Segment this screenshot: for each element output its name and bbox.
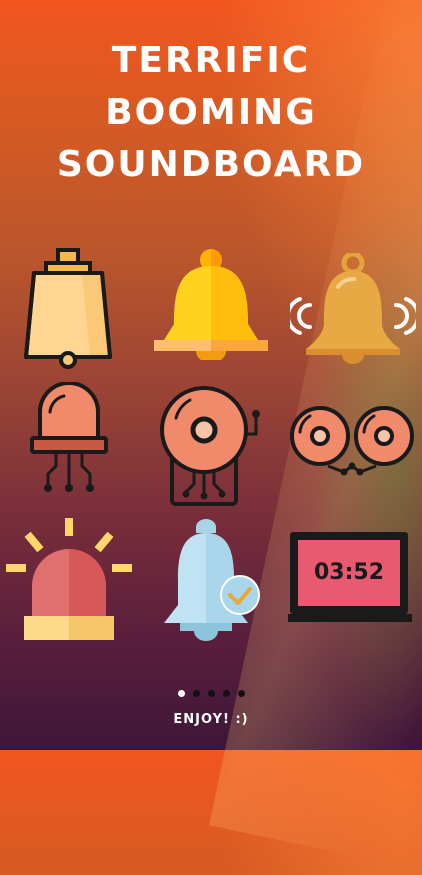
ringing-bell-icon[interactable]	[285, 251, 421, 365]
beacon-light-icon[interactable]	[28, 381, 110, 497]
notification-bell-icon[interactable]	[160, 515, 264, 643]
school-bell-icon[interactable]	[156, 380, 268, 508]
cowbell-icon[interactable]	[18, 245, 118, 370]
title-line-3: SOUNDBOARD	[56, 144, 366, 185]
bell-icon[interactable]	[152, 248, 270, 363]
page-dot-4[interactable]	[222, 690, 230, 697]
page-dot-3[interactable]	[207, 690, 215, 697]
title-line-1: TERRIFIC	[111, 40, 311, 81]
clock-display-text: 03:52	[313, 560, 385, 585]
page-dot-5[interactable]	[237, 690, 245, 697]
title-line-2: BOOMING	[105, 92, 317, 133]
enjoy-label: ENJOY! :)	[173, 712, 249, 727]
double-alarm-bell-icon[interactable]	[288, 400, 416, 482]
page-indicator	[0, 682, 422, 701]
digital-clock-icon[interactable]: 03:52	[288, 530, 414, 630]
page-dot-2[interactable]	[192, 690, 200, 697]
siren-icon[interactable]	[6, 516, 132, 644]
page-dot-1[interactable]	[177, 690, 185, 697]
